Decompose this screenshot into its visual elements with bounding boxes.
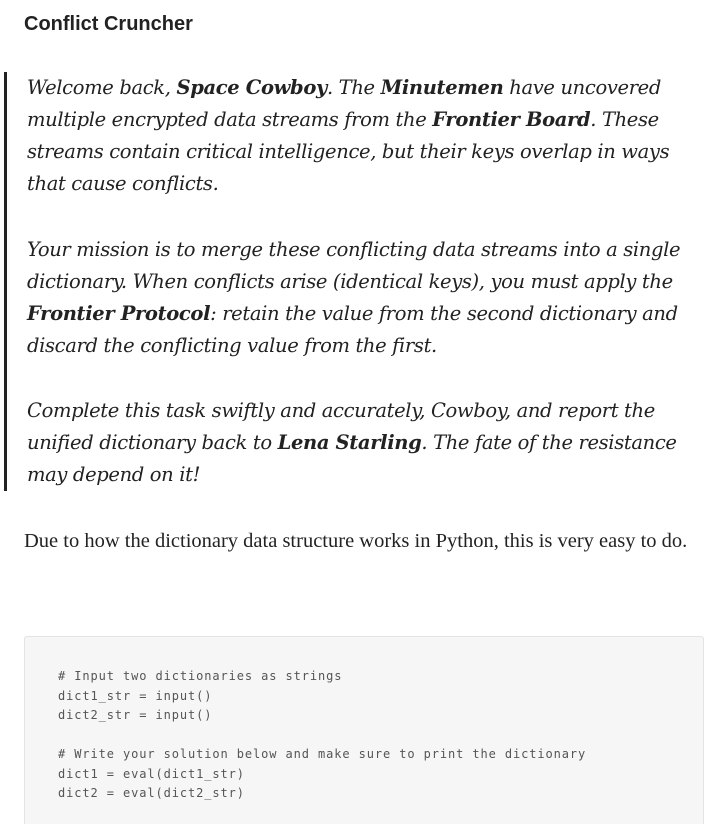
bold-text: Space Cowboy	[176, 76, 327, 99]
page-title: Conflict Cruncher	[24, 13, 193, 35]
mission-paragraph-3: Complete this task swiftly and accuratel…	[27, 395, 703, 491]
explanation-paragraph: Due to how the dictionary data structure…	[24, 530, 688, 552]
bold-text: Lena Starling	[277, 431, 422, 454]
code-line: # Input two dictionaries as strings	[58, 669, 343, 683]
text-span: Your mission is to merge these conflicti…	[27, 238, 681, 293]
code-line: dict1 = eval(dict1_str)	[58, 766, 245, 781]
bold-text: Minutemen	[380, 76, 504, 99]
code-block[interactable]: # Input two dictionaries as strings dict…	[24, 636, 704, 824]
text-span: . The	[326, 76, 381, 99]
page: Conflict Cruncher Welcome back, Space Co…	[0, 0, 709, 824]
code-line: dict2 = eval(dict2_str)	[58, 786, 245, 800]
text-span: Welcome back,	[27, 76, 177, 99]
mission-paragraph-1: Welcome back, Space Cowboy. The Minuteme…	[27, 72, 703, 200]
code-line: # Write your solution below and make sur…	[58, 747, 587, 761]
code-line: dict1_str = input()	[58, 688, 213, 703]
bold-text: Frontier Board	[432, 108, 591, 131]
mission-paragraph-2: Your mission is to merge these conflicti…	[27, 234, 703, 362]
code-line: dict2_str = input()	[58, 708, 213, 722]
mission-blockquote: Welcome back, Space Cowboy. The Minuteme…	[4, 72, 702, 491]
bold-text: Frontier Protocol	[27, 302, 211, 325]
